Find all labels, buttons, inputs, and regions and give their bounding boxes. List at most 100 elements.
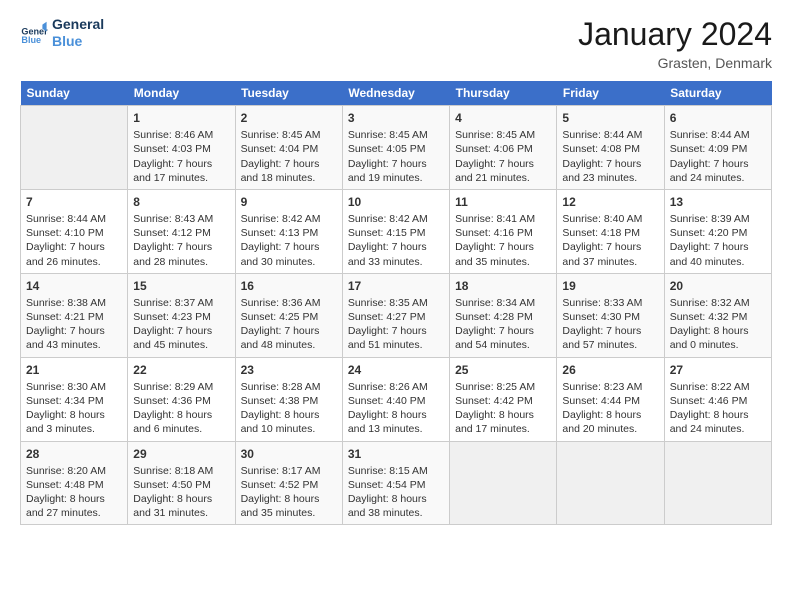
sunset-text: Sunset: 4:16 PM [455, 226, 551, 240]
day-number: 22 [133, 362, 229, 378]
sunrise-text: Sunrise: 8:25 AM [455, 380, 551, 394]
calendar-cell: 6Sunrise: 8:44 AMSunset: 4:09 PMDaylight… [664, 106, 771, 190]
sunset-text: Sunset: 4:10 PM [26, 226, 122, 240]
day-number: 28 [26, 446, 122, 462]
daylight-text: Daylight: 7 hours and 30 minutes. [241, 240, 337, 268]
daylight-text: Daylight: 7 hours and 51 minutes. [348, 324, 444, 352]
day-number: 18 [455, 278, 551, 294]
day-number: 16 [241, 278, 337, 294]
day-number: 5 [562, 110, 658, 126]
calendar-cell: 3 Sunrise: 8:45 AMSunset: 4:05 PMDaylight… [342, 106, 449, 190]
sunrise-text: Sunrise: 8:38 AM [26, 296, 122, 310]
day-number: 13 [670, 194, 766, 210]
sunrise-text: Sunrise: 8:26 AM [348, 380, 444, 394]
week-row-2: 14Sunrise: 8:38 AMSunset: 4:21 PMDayligh… [21, 273, 772, 357]
calendar-cell: 8Sunrise: 8:43 AMSunset: 4:12 PMDaylight… [128, 189, 235, 273]
calendar-cell: 23Sunrise: 8:28 AMSunset: 4:38 PMDayligh… [235, 357, 342, 441]
day-number: 9 [241, 194, 337, 210]
day-number: 14 [26, 278, 122, 294]
daylight-text: Daylight: 7 hours and 18 minutes. [241, 157, 337, 185]
day-number: 8 [133, 194, 229, 210]
location: Grasten, Denmark [578, 55, 772, 71]
sunset-text: Sunset: 4:32 PM [670, 310, 766, 324]
calendar-cell: 9Sunrise: 8:42 AMSunset: 4:13 PMDaylight… [235, 189, 342, 273]
sunset-text: Sunset: 4:04 PM [241, 142, 337, 156]
calendar-cell: 1Sunrise: 8:46 AMSunset: 4:03 PMDaylight… [128, 106, 235, 190]
calendar-cell: 13Sunrise: 8:39 AMSunset: 4:20 PMDayligh… [664, 189, 771, 273]
daylight-text: Daylight: 8 hours and 10 minutes. [241, 408, 337, 436]
page: General Blue General Blue January 2024 G… [0, 0, 792, 535]
day-number: 12 [562, 194, 658, 210]
daylight-text: Daylight: 7 hours and 54 minutes. [455, 324, 551, 352]
day-number: 26 [562, 362, 658, 378]
sunrise-text: Sunrise: 8:28 AM [241, 380, 337, 394]
sunrise-text: Sunrise: 8:41 AM [455, 212, 551, 226]
daylight-text: Daylight: 7 hours and 57 minutes. [562, 324, 658, 352]
daylight-text: Daylight: 8 hours and 27 minutes. [26, 492, 122, 520]
sunset-text: Sunset: 4:30 PM [562, 310, 658, 324]
day-number: 3 [348, 110, 444, 126]
calendar-cell: 4Sunrise: 8:45 AMSunset: 4:06 PMDaylight… [450, 106, 557, 190]
sunrise-text: Sunrise: 8:36 AM [241, 296, 337, 310]
daylight-text: Daylight: 8 hours and 6 minutes. [133, 408, 229, 436]
week-row-3: 21Sunrise: 8:30 AMSunset: 4:34 PMDayligh… [21, 357, 772, 441]
sunrise-text: Sunrise: 8:45 AM [241, 128, 337, 142]
calendar-cell [450, 441, 557, 525]
daylight-text: Daylight: 7 hours and 37 minutes. [562, 240, 658, 268]
sunrise-text: Sunrise: 8:22 AM [670, 380, 766, 394]
sunrise-text: Sunrise: 8:18 AM [133, 464, 229, 478]
daylight-text: Daylight: 7 hours and 35 minutes. [455, 240, 551, 268]
sunset-text: Sunset: 4:27 PM [348, 310, 444, 324]
header-monday: Monday [128, 81, 235, 106]
sunrise-text: Sunrise: 8:44 AM [562, 128, 658, 142]
sunrise-text: Sunrise: 8:45 AM [348, 128, 444, 142]
logo: General Blue General Blue [20, 16, 104, 50]
week-row-4: 28Sunrise: 8:20 AMSunset: 4:48 PMDayligh… [21, 441, 772, 525]
calendar-cell: 12Sunrise: 8:40 AMSunset: 4:18 PMDayligh… [557, 189, 664, 273]
month-title: January 2024 [578, 16, 772, 53]
sunset-text: Sunset: 4:46 PM [670, 394, 766, 408]
sunset-text: Sunset: 4:03 PM [133, 142, 229, 156]
day-number: 27 [670, 362, 766, 378]
day-number: 15 [133, 278, 229, 294]
sunset-text: Sunset: 4:08 PM [562, 142, 658, 156]
sunset-text: Sunset: 4:44 PM [562, 394, 658, 408]
daylight-text: Daylight: 7 hours and 40 minutes. [670, 240, 766, 268]
daylight-text: Daylight: 8 hours and 24 minutes. [670, 408, 766, 436]
header-friday: Friday [557, 81, 664, 106]
calendar-cell: 20Sunrise: 8:32 AMSunset: 4:32 PMDayligh… [664, 273, 771, 357]
header-sunday: Sunday [21, 81, 128, 106]
daylight-text: Daylight: 8 hours and 35 minutes. [241, 492, 337, 520]
calendar-cell: 31Sunrise: 8:15 AMSunset: 4:54 PMDayligh… [342, 441, 449, 525]
sunrise-text: Sunrise: 8:34 AM [455, 296, 551, 310]
sunrise-text: Sunrise: 8:29 AM [133, 380, 229, 394]
sunset-text: Sunset: 4:20 PM [670, 226, 766, 240]
sunrise-text: Sunrise: 8:17 AM [241, 464, 337, 478]
calendar-cell [557, 441, 664, 525]
calendar-cell: 15Sunrise: 8:37 AMSunset: 4:23 PMDayligh… [128, 273, 235, 357]
daylight-text: Daylight: 8 hours and 13 minutes. [348, 408, 444, 436]
daylight-text: Daylight: 7 hours and 33 minutes. [348, 240, 444, 268]
day-number: 1 [133, 110, 229, 126]
day-number: 19 [562, 278, 658, 294]
daylight-text: Daylight: 8 hours and 31 minutes. [133, 492, 229, 520]
sunrise-text: Sunrise: 8:40 AM [562, 212, 658, 226]
daylight-text: Daylight: 7 hours and 28 minutes. [133, 240, 229, 268]
logo-line2: Blue [52, 33, 104, 50]
calendar-cell [21, 106, 128, 190]
calendar-cell: 11Sunrise: 8:41 AMSunset: 4:16 PMDayligh… [450, 189, 557, 273]
calendar-cell: 17Sunrise: 8:35 AMSunset: 4:27 PMDayligh… [342, 273, 449, 357]
sunset-text: Sunset: 4:05 PM [348, 142, 444, 156]
daylight-text: Daylight: 8 hours and 20 minutes. [562, 408, 658, 436]
day-number: 23 [241, 362, 337, 378]
sunrise-text: Sunrise: 8:32 AM [670, 296, 766, 310]
daylight-text: Daylight: 7 hours and 48 minutes. [241, 324, 337, 352]
calendar-cell: 25Sunrise: 8:25 AMSunset: 4:42 PMDayligh… [450, 357, 557, 441]
sunset-text: Sunset: 4:09 PM [670, 142, 766, 156]
calendar-cell: 10Sunrise: 8:42 AMSunset: 4:15 PMDayligh… [342, 189, 449, 273]
daylight-text: Daylight: 7 hours and 17 minutes. [133, 157, 229, 185]
sunrise-text: Sunrise: 8:37 AM [133, 296, 229, 310]
daylight-text: Daylight: 7 hours and 19 minutes. [348, 157, 444, 185]
calendar-cell: 29Sunrise: 8:18 AMSunset: 4:50 PMDayligh… [128, 441, 235, 525]
sunset-text: Sunset: 4:15 PM [348, 226, 444, 240]
